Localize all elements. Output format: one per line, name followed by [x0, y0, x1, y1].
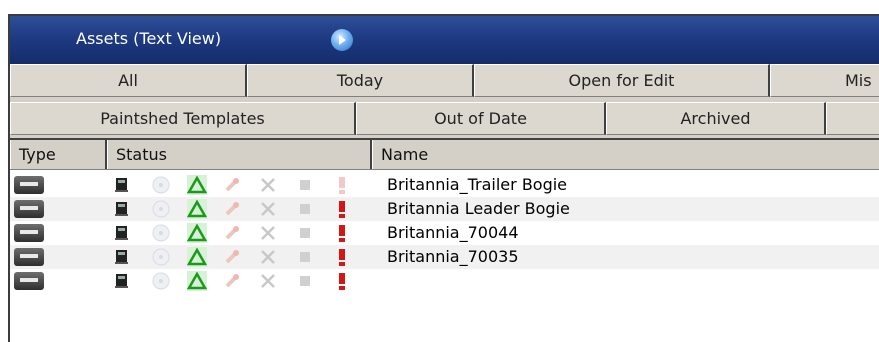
book-icon — [112, 199, 132, 219]
square-icon — [295, 175, 315, 195]
column-status[interactable]: Status — [107, 140, 372, 169]
disc-icon — [151, 271, 171, 291]
disc-icon — [151, 247, 171, 267]
tab-open-for-edit[interactable]: Open for Edit — [474, 64, 770, 97]
column-header: Type Status Name — [10, 140, 879, 170]
triangle-icon — [186, 223, 208, 243]
asset-name: Britannia_70044 — [387, 223, 519, 242]
exclamation-icon — [332, 175, 352, 195]
table-row[interactable]: Britannia_Trailer Bogie — [10, 173, 879, 197]
wrench-icon — [222, 223, 242, 243]
assets-window: Assets (Text View) All Today Open for Ed… — [8, 14, 879, 342]
wrench-icon — [222, 175, 242, 195]
square-icon — [295, 199, 315, 219]
loco-asset-icon — [14, 224, 44, 242]
column-type[interactable]: Type — [10, 140, 107, 169]
exclamation-icon — [332, 223, 352, 243]
disc-icon — [151, 175, 171, 195]
loco-asset-icon — [14, 200, 44, 218]
wrench-icon — [222, 271, 242, 291]
table-row[interactable]: Britannia_70035 — [10, 245, 879, 269]
asset-name: Britannia_70035 — [387, 247, 519, 266]
tab-archived[interactable]: Archived — [606, 102, 826, 135]
tab-misc[interactable]: Mis — [770, 64, 879, 97]
wrench-icon — [222, 199, 242, 219]
exclamation-icon — [332, 247, 352, 267]
table-row[interactable]: Britannia_70044 — [10, 221, 879, 245]
loco-asset-icon — [14, 248, 44, 266]
disc-icon — [151, 223, 171, 243]
table-row[interactable]: Britannia Leader Bogie — [10, 197, 879, 221]
tab-today[interactable]: Today — [247, 64, 474, 97]
triangle-icon — [186, 199, 208, 219]
triangle-icon — [186, 247, 208, 267]
exclamation-icon — [332, 271, 352, 291]
tools-icon — [258, 223, 278, 243]
tools-icon — [258, 175, 278, 195]
tab-row-2: Paintshed Templates Out of Date Archived — [10, 102, 879, 137]
tab-paintshed-templates[interactable]: Paintshed Templates — [10, 102, 356, 135]
book-icon — [112, 223, 132, 243]
loco-asset-icon — [14, 176, 44, 194]
wrench-icon — [222, 247, 242, 267]
tab-all[interactable]: All — [10, 64, 247, 97]
title-bar: Assets (Text View) — [10, 16, 879, 64]
column-name[interactable]: Name — [372, 140, 879, 169]
tab-out-of-date[interactable]: Out of Date — [356, 102, 606, 135]
book-icon — [112, 247, 132, 267]
disc-icon — [151, 199, 171, 219]
book-icon — [112, 271, 132, 291]
info-play-icon[interactable] — [331, 29, 353, 51]
tools-icon — [258, 271, 278, 291]
tab-row-1: All Today Open for Edit Mis — [10, 64, 879, 99]
square-icon — [295, 223, 315, 243]
tab-overflow[interactable] — [826, 102, 879, 135]
table-row[interactable] — [10, 269, 879, 293]
asset-list: Type Status Name Britannia_Trailer Bogie… — [10, 138, 879, 342]
book-icon — [112, 175, 132, 195]
window-title: Assets (Text View) — [76, 29, 222, 48]
square-icon — [295, 247, 315, 267]
triangle-icon — [186, 175, 208, 195]
square-icon — [295, 271, 315, 291]
exclamation-icon — [332, 199, 352, 219]
asset-name: Britannia Leader Bogie — [387, 199, 570, 218]
tools-icon — [258, 199, 278, 219]
tools-icon — [258, 247, 278, 267]
triangle-icon — [186, 271, 208, 291]
loco-asset-icon — [14, 272, 44, 290]
asset-name: Britannia_Trailer Bogie — [387, 175, 568, 194]
